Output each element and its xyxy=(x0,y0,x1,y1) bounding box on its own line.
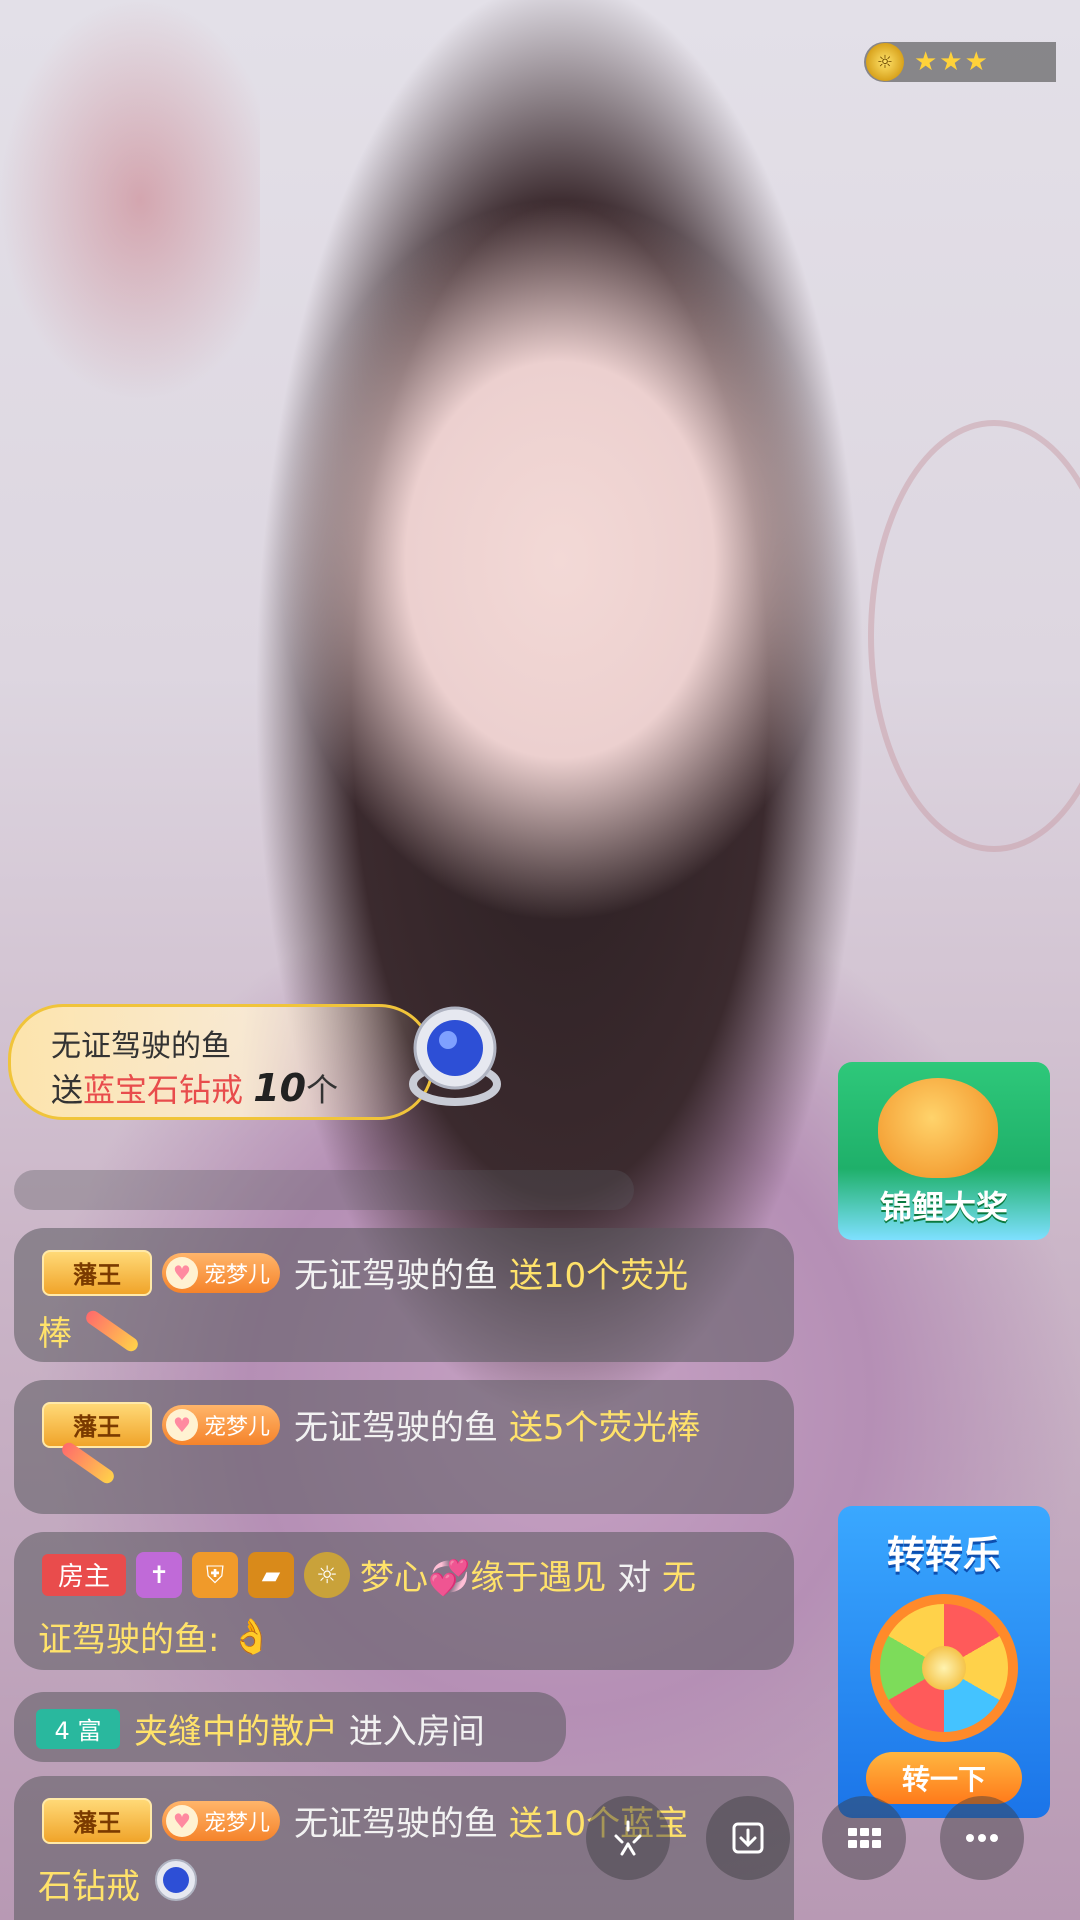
sapphire-ring-icon xyxy=(409,1006,501,1106)
chat-message[interactable]: 房主 ✝ ⛨ ▰ ☼ 梦心💞缘于遇见 对 无 证驾驶的鱼: 👌 xyxy=(14,1532,794,1670)
download-icon xyxy=(732,1822,764,1854)
koi-fish-icon xyxy=(878,1078,998,1178)
download-button[interactable] xyxy=(706,1796,790,1880)
more-icon xyxy=(966,1834,998,1842)
pet-badge: ♥ 宠梦儿 xyxy=(162,1252,281,1293)
chat-user[interactable]: 无证驾驶的鱼 xyxy=(294,1248,498,1297)
rank-badge: 藩王 xyxy=(42,1797,152,1844)
chat-target: 证驾驶的鱼: xyxy=(38,1620,220,1660)
more-button[interactable] xyxy=(940,1796,1024,1880)
sparkle-button[interactable] xyxy=(586,1796,670,1880)
gift-name: 蓝宝石钻戒 xyxy=(83,1071,244,1109)
heart-icon: ♥ xyxy=(166,1804,198,1837)
sparkle-icon xyxy=(614,1820,642,1856)
chat-user[interactable]: 夹缝中的散户 xyxy=(134,1704,338,1753)
ok-hand-emoji: 👌 xyxy=(230,1616,273,1657)
level-stars: ★★★ xyxy=(914,47,990,77)
owner-badge: 房主 xyxy=(42,1553,126,1596)
level-medal-icon: ☼ xyxy=(866,43,904,81)
chat-message-enter[interactable]: 4 富 夹缝中的散户 进入房间 xyxy=(14,1692,566,1762)
wheel-hub xyxy=(922,1646,966,1690)
chat-action: 送5个荧光棒 xyxy=(508,1408,701,1448)
pet-badge: ♥ 宠梦儿 xyxy=(162,1404,281,1445)
spin-button[interactable]: 转一下 xyxy=(866,1752,1022,1804)
chat-user[interactable]: 无证驾驶的鱼 xyxy=(294,1796,498,1845)
glowstick-icon xyxy=(83,1307,141,1354)
koi-prize-label: 锦鲤大奖 xyxy=(879,1188,1008,1226)
wheel-title: 转转乐 xyxy=(886,1533,1001,1577)
car-icon: ▰ xyxy=(248,1551,294,1598)
background-fan xyxy=(868,420,1080,852)
chat-action: 进入房间 xyxy=(348,1712,485,1752)
sapphire-ring-icon xyxy=(155,1859,197,1901)
rich-level-badge: 4 富 xyxy=(36,1708,120,1749)
grid-menu-button[interactable] xyxy=(822,1796,906,1880)
grid-icon xyxy=(848,1828,881,1848)
koi-prize-promo[interactable]: 锦鲤大奖 xyxy=(838,1062,1050,1240)
gift-banner-user: 无证驾驶的鱼 xyxy=(51,1029,231,1064)
gift-banner-text: 送蓝宝石钻戒 10个 xyxy=(51,1066,339,1110)
rank-badge: 藩王 xyxy=(42,1249,152,1296)
chat-message[interactable]: 藩王 ♥ 宠梦儿 无证驾驶的鱼 送10个蓝宝 石钻戒 xyxy=(14,1776,794,1920)
lucky-wheel-promo[interactable]: 转转乐 转一下 xyxy=(838,1506,1050,1818)
pet-badge: ♥ 宠梦儿 xyxy=(162,1800,281,1841)
rank-badge: 藩王 xyxy=(42,1401,152,1448)
guardian-icon: ✝ xyxy=(136,1551,182,1598)
sun-medal-icon: ☼ xyxy=(304,1551,350,1598)
chat-message[interactable]: 藩王 ♥ 宠梦儿 无证驾驶的鱼 送5个荧光棒 xyxy=(14,1380,794,1514)
anchor-level-badge[interactable]: ☼ ★★★ xyxy=(864,42,1056,82)
chat-message-partial xyxy=(14,1170,634,1210)
heart-icon: ♥ xyxy=(166,1408,198,1441)
heart-icon: ♥ xyxy=(166,1256,198,1289)
chat-user[interactable]: 梦心💞缘于遇见 xyxy=(360,1550,606,1599)
background-decoration xyxy=(0,0,260,460)
chat-message[interactable]: 藩王 ♥ 宠梦儿 无证驾驶的鱼 送10个荧光 棒 xyxy=(14,1228,794,1362)
gift-count: 10 xyxy=(253,1066,307,1110)
gift-banner: 无证驾驶的鱼 送蓝宝石钻戒 10个 xyxy=(8,1004,434,1120)
chat-user[interactable]: 无证驾驶的鱼 xyxy=(294,1400,498,1449)
chat-action: 送10个荧光 xyxy=(508,1256,689,1296)
shield-icon: ⛨ xyxy=(192,1551,238,1598)
